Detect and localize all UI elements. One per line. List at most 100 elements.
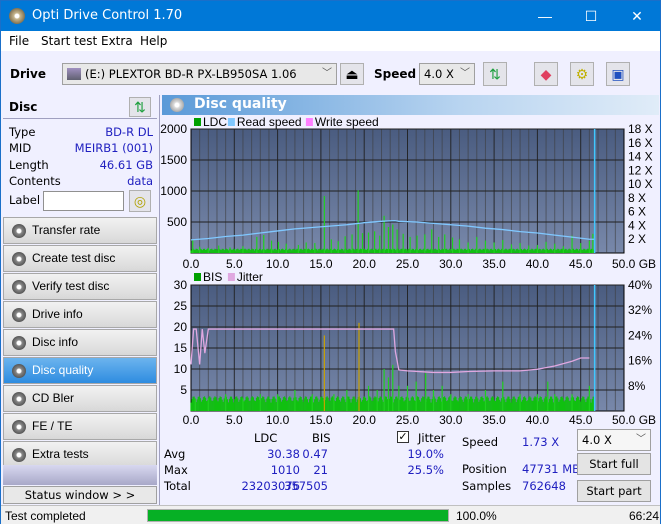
y2-tick-label: 16 X [628,136,653,150]
stats-total-label: Total [164,479,191,493]
close-button[interactable]: ✕ [614,1,660,31]
drive-select[interactable]: (E:) PLEXTOR BD-R PX-LB950SA 1.06 ﹀ [62,63,337,85]
legend-label: Jitter [237,270,263,284]
nav-fe-te[interactable]: FE / TE [3,413,157,440]
nav-label: Transfer rate [32,223,101,237]
y-tick-label: 10 [174,362,188,376]
x-tick-label: 0.0 [183,257,200,271]
stats-header-ldc: LDC [254,431,278,445]
menu-extra[interactable]: Extra [101,34,133,48]
disc-gear-icon [12,224,26,238]
status-bar: Test completed 100.0% 66:24 [1,505,660,524]
nav-drive-info[interactable]: Drive info [3,301,157,328]
x-tick-label: 35.0 [482,413,506,427]
save-button[interactable]: ▣ [606,62,630,86]
y-tick-label: 2000 [160,122,187,136]
refresh-arrows-icon: ⇅ [489,66,501,82]
nav-disc-quality[interactable]: Disc quality [3,357,157,384]
samples-value: 762648 [522,479,566,493]
progress-label: 100.0% [456,509,497,523]
start-part-button[interactable]: Start part [577,480,651,502]
test-speed-select[interactable]: 4.0 X ﹀ [577,429,651,451]
y2-tick-label: 2 X [628,232,646,246]
nav-verify-test-disc[interactable]: Verify test disc [3,273,157,300]
y2-tick-label: 12 X [628,163,653,177]
jitter-label: Jitter [418,431,446,445]
drive-select-value: (E:) PLEXTOR BD-R PX-LB950SA 1.06 [85,67,297,81]
status-window-button[interactable]: Status window > > [3,486,157,504]
minimize-button[interactable]: — [522,1,568,31]
legend-swatch [194,118,201,126]
x-tick-label: 5.0 [226,413,243,427]
disc-quality-panel: Disc quality 500 1000 1500 2000 2 X4 X6 X8 X… [159,95,660,505]
nav-cd-bler[interactable]: CD Bler [3,385,157,412]
x-tick-label: 50.0 GB [612,257,656,271]
disc-heading-text: Disc [9,100,38,114]
sidebar: Disc ⇅ Type BD-R DL MID MEIRB1 (001) Lengt… [1,95,159,505]
position-label: Position [462,462,507,476]
x-tick-label: 25.0 [396,257,420,271]
eraser-icon: ◆ [540,66,552,82]
legend-label: LDC [203,115,227,129]
erase-button[interactable]: ◆ [534,62,558,86]
x-tick-label: 10.0 [266,257,290,271]
menu-help[interactable]: Help [140,34,167,48]
menu-file[interactable]: File [9,34,29,48]
maximize-button[interactable]: ☐ [568,1,614,31]
floppy-save-icon: ▣ [611,66,625,82]
disc-label-button[interactable]: ◎ [129,190,151,212]
nav-transfer-rate[interactable]: Transfer rate [3,217,157,244]
gears-icon: ⚙ [575,66,589,82]
refresh-button[interactable]: ⇅ [483,62,507,86]
nav-extra-tests[interactable]: Extra tests [3,441,157,468]
stats-max-label: Max [164,463,188,477]
speed-label: Speed [374,67,417,81]
nav-label: Create test disc [32,251,116,265]
disc-refresh-button[interactable]: ⇅ [129,97,151,117]
y-tick-label: 500 [167,215,187,229]
x-tick-label: 30.0 [439,257,463,271]
y2-tick-label: 14 X [628,150,653,164]
legend-swatch [227,273,235,281]
nav-create-test-disc[interactable]: Create test disc [3,245,157,272]
y-tick-label: 30 [174,278,188,292]
nav-disc-info[interactable]: Disc info [3,329,157,356]
disc-length-value: 46.61 GB [99,158,153,172]
nav-label: Verify test disc [32,279,110,293]
menu-start-test[interactable]: Start test [41,34,97,48]
nav-label: Drive info [32,307,83,321]
start-full-button[interactable]: Start full [577,453,651,475]
disc-type-row: Type BD-R DL [9,125,153,139]
stats-max-jitter: 25.5% [407,463,444,477]
legend-label: Read speed [237,115,302,129]
disc-length-row: Length 46.61 GB [9,158,153,172]
chevron-down-icon: ﹀ [460,68,470,79]
disc-mid-row: MID MEIRB1 (001) [9,141,153,155]
x-tick-label: 40.0 [526,257,550,271]
settings-button[interactable]: ⚙ [570,62,594,86]
eject-button[interactable]: ⏏ [340,63,364,85]
disc-contents-row: Contents data [9,174,153,188]
disc-gear-icon [12,308,26,322]
disc-contents-label: Contents [9,174,61,188]
speed-select[interactable]: 4.0 X ﹀ [419,63,475,85]
disc-contents-value: data [127,174,153,188]
stats-max-bis: 21 [313,463,328,477]
y2-tick-label: 16% [628,354,652,368]
nav-label: Disc info [32,335,79,349]
legend-swatch [194,273,201,281]
disc-label-input[interactable] [43,191,124,211]
disc-type-label: Type [9,125,36,139]
x-tick-label: 40.0 [526,413,550,427]
x-tick-label: 20.0 [353,257,377,271]
legend-label: BIS [203,270,222,284]
y2-tick-label: 8% [628,379,646,393]
y-tick-label: 25 [174,299,188,313]
app-disc-icon [9,8,25,24]
disc-type-value: BD-R DL [105,125,153,139]
y2-tick-label: 10 X [628,177,653,191]
y2-tick-label: 4 X [628,218,646,232]
nav-label: Disc quality [32,363,94,377]
jitter-checkbox[interactable]: ✓ [397,431,409,443]
speed-select-value: 4.0 X [424,67,454,81]
